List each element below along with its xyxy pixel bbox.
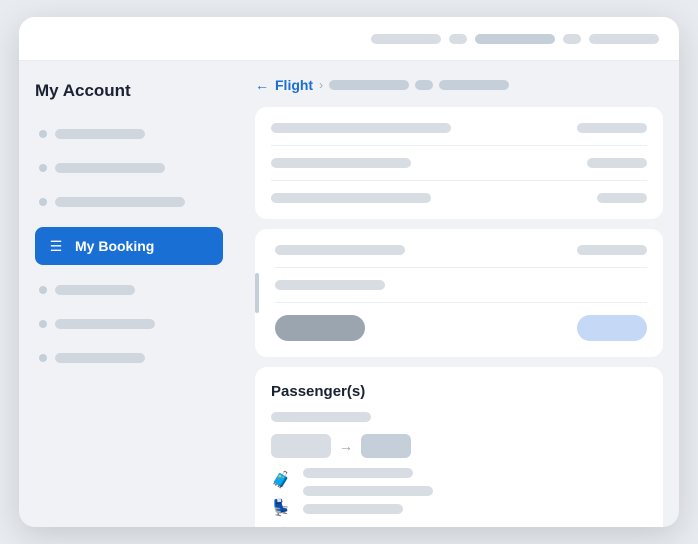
card-row [271,123,647,133]
card-bar [577,123,647,133]
sidebar: My Account ☰ My Booking [19,61,239,527]
card-bar [275,245,405,255]
sidebar-bar [55,319,155,329]
sidebar-dot [39,130,47,138]
sidebar-bar [55,163,165,173]
breadcrumb-pill-3 [439,80,509,90]
seat-icon: 💺 [271,498,291,518]
status-action-pill[interactable] [577,315,647,341]
topbar-pill-1 [371,34,441,44]
sidebar-dot [39,320,47,328]
route-destination [361,434,411,458]
passenger-bar [271,412,371,422]
sidebar-bar [55,353,145,363]
card-bar [271,123,451,133]
passenger-info-bar [303,468,413,478]
sidebar-bar [55,197,185,207]
sidebar-item-my-booking[interactable]: ☰ My Booking [35,227,223,265]
status-pill[interactable] [275,315,365,341]
topbar-pill-3 [475,34,555,44]
booking-icon: ☰ [47,237,65,255]
card-bar [597,193,647,203]
sidebar-bar [55,285,135,295]
luggage-icon: 🧳 [271,470,291,490]
topbar-pill-5 [589,34,659,44]
card-bar [271,158,411,168]
back-arrow-icon[interactable]: ← [255,77,269,93]
sidebar-active-label: My Booking [75,238,154,254]
breadcrumb: ← Flight › [255,77,663,93]
sidebar-item[interactable] [35,279,223,301]
breadcrumb-flight[interactable]: Flight [275,77,313,93]
passenger-details: 🧳 💺 🍴 [271,468,647,527]
breadcrumb-pill-2 [415,80,433,90]
card-bar [275,280,385,290]
route-arrow-icon: → [339,438,353,454]
sidebar-item[interactable] [35,191,223,213]
card-bar [577,245,647,255]
app-window: My Account ☰ My Booking [19,17,679,527]
passengers-title: Passenger(s) [271,383,647,400]
status-row [275,315,647,341]
card-separator [271,145,647,146]
card-separator [275,267,647,268]
passengers-card: Passenger(s) → 🧳 💺 🍴 [255,367,663,527]
card-row [275,245,647,255]
card-row [271,158,647,168]
passenger-info-bar [303,504,403,514]
card-row [271,193,647,203]
card-bar [271,193,431,203]
sidebar-dot [39,286,47,294]
sidebar-title: My Account [35,81,223,101]
card-row [275,280,647,290]
card-separator [271,180,647,181]
sidebar-item[interactable] [35,123,223,145]
passenger-info [303,468,433,527]
content-area: ← Flight › [239,61,679,527]
top-bar [19,17,679,61]
card-bar [587,158,647,168]
route-origin [271,434,331,458]
booking-card-2 [255,229,663,357]
meal-icon: 🍴 [271,526,291,527]
card-accent [255,273,259,313]
sidebar-item[interactable] [35,347,223,369]
booking-card-1 [255,107,663,219]
topbar-pill-2 [449,34,467,44]
sidebar-bar [55,129,145,139]
card-separator [275,302,647,303]
passenger-route-row: → [271,434,647,458]
topbar-pill-4 [563,34,581,44]
sidebar-dot [39,198,47,206]
passenger-icons: 🧳 💺 🍴 [271,468,291,527]
sidebar-dot [39,354,47,362]
sidebar-dot [39,164,47,172]
breadcrumb-pill-1 [329,80,409,90]
sidebar-item[interactable] [35,313,223,335]
chevron-right-icon: › [319,78,323,92]
passenger-info-bar [303,486,433,496]
main-area: My Account ☰ My Booking [19,61,679,527]
sidebar-item[interactable] [35,157,223,179]
